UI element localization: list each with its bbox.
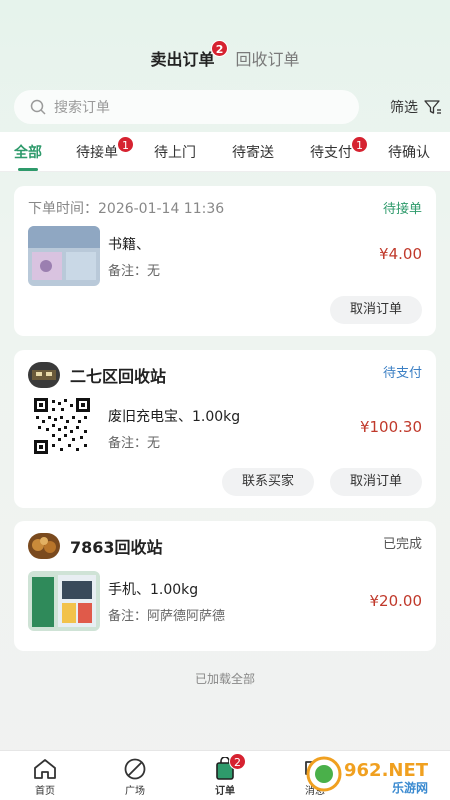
tab-sell-orders[interactable]: 卖出订单 2: [150, 40, 229, 70]
nav-square[interactable]: 广场: [105, 757, 165, 797]
nav-orders[interactable]: 订单 2: [195, 753, 255, 797]
list-end-text: 已加载全部: [194, 672, 255, 686]
order-price: ¥4.00: [379, 245, 422, 263]
item-note: 备注：无: [108, 264, 161, 279]
status-tab-all[interactable]: 全部: [14, 142, 42, 171]
order-price: ¥20.00: [369, 592, 423, 610]
nav-orders-label: 订单: [215, 786, 235, 797]
order-card-header: 7863回收站 已完成: [28, 533, 422, 559]
order-card[interactable]: 下单时间：2026-01-14 11:36 待接单 书籍、 备注：无 ¥4.00…: [14, 186, 436, 336]
status-tab-pending-visit[interactable]: 待上门: [154, 142, 196, 162]
item-note: 备注：无: [108, 436, 161, 451]
order-card-header: 二七区回收站 待支付: [28, 362, 422, 388]
tab-recycle-orders-label: 回收订单: [235, 50, 300, 69]
item-name: 手机、1.00kg: [108, 582, 199, 598]
status-tab-label: 待上门: [154, 145, 196, 161]
status-tab-label: 待确认: [388, 145, 430, 161]
compass-icon: [124, 758, 146, 780]
sell-orders-badge: 2: [210, 40, 229, 57]
item-note: 备注：阿萨德阿萨德: [108, 609, 226, 624]
item-thumbnail: [28, 226, 100, 286]
status-tab-label: 待支付: [310, 145, 352, 161]
search-row: 搜索订单 筛选: [14, 90, 442, 124]
shop-name: 7863回收站: [70, 538, 163, 557]
status-tab-label: 全部: [14, 145, 42, 161]
active-tab-indicator: [18, 168, 38, 171]
nav-orders-badge: 2: [229, 753, 246, 770]
status-tabs: 全部 待接单 1 待上门 待寄送 待支付 1 待确认: [0, 132, 450, 172]
item-name: 废旧充电宝、1.00kg: [108, 409, 241, 425]
order-card[interactable]: 7863回收站 已完成 手机、1.00kg 备注：阿萨德阿萨德 ¥20.00: [14, 521, 436, 651]
cancel-order-button[interactable]: 取消订单: [330, 468, 422, 496]
order-time: 下单时间：2026-01-14 11:36: [28, 201, 225, 217]
contact-buyer-button[interactable]: 联系买家: [222, 468, 314, 496]
item-name: 书籍、: [108, 237, 150, 253]
status-tab-pending-payment[interactable]: 待支付 1: [310, 136, 368, 162]
nav-home-label: 首页: [35, 786, 55, 797]
tab-sell-orders-label: 卖出订单: [150, 50, 215, 69]
status-tab-pending-ship[interactable]: 待寄送: [232, 142, 274, 162]
status-tab-label: 待接单: [76, 145, 118, 161]
filter-label: 筛选: [390, 100, 418, 116]
order-card[interactable]: 二七区回收站 待支付 废旧充电宝、1.00kg 备注：无 ¥100.30 联系买…: [14, 350, 436, 508]
svg-text:乐游网: 乐游网: [392, 780, 428, 795]
svg-text:962.NET: 962.NET: [344, 760, 429, 781]
nav-square-label: 广场: [125, 786, 145, 797]
status-tab-badge: 1: [117, 136, 134, 153]
order-price: ¥100.30: [359, 418, 422, 436]
order-card-header: 下单时间：2026-01-14 11:36 待接单: [28, 198, 422, 220]
status-tab-label: 待寄送: [232, 145, 274, 161]
qr-code-image: [28, 396, 100, 456]
order-type-tabs: 卖出订单 2 回收订单: [0, 40, 450, 70]
search-input[interactable]: 搜索订单: [14, 90, 359, 124]
shop-avatar: [28, 362, 60, 388]
status-tab-badge: 1: [351, 136, 368, 153]
filter-icon: [424, 100, 441, 114]
search-icon: [30, 99, 46, 115]
shop-name: 二七区回收站: [70, 367, 167, 386]
home-icon: [34, 759, 56, 779]
tab-recycle-orders[interactable]: 回收订单: [236, 46, 300, 70]
cancel-order-button[interactable]: 取消订单: [330, 296, 422, 324]
status-tab-pending-confirm[interactable]: 待确认: [388, 142, 430, 162]
order-status: 待接单: [382, 202, 422, 217]
item-thumbnail: [28, 571, 100, 631]
shop-avatar: [28, 533, 60, 559]
order-status: 待支付: [382, 366, 422, 381]
watermark-logo: 962.NET 乐游网: [306, 756, 429, 795]
order-status: 已完成: [382, 537, 422, 552]
search-placeholder: 搜索订单: [54, 100, 110, 116]
nav-home[interactable]: 首页: [15, 757, 75, 797]
status-tab-pending-accept[interactable]: 待接单 1: [76, 136, 134, 162]
filter-button[interactable]: 筛选: [390, 90, 442, 124]
